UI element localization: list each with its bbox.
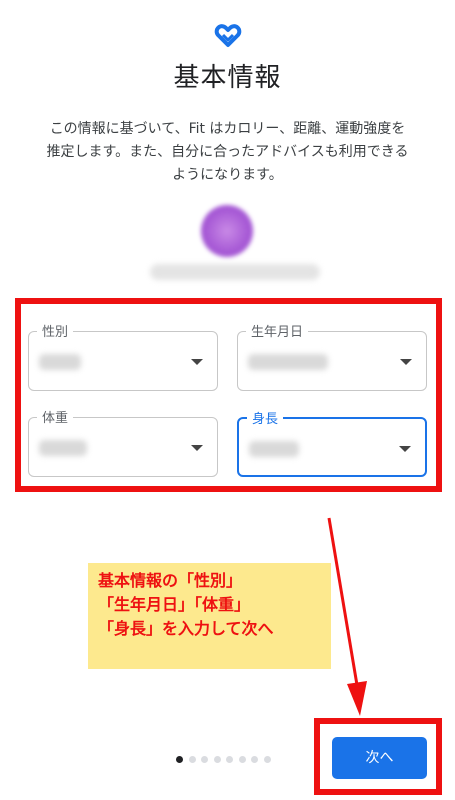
note-line: 「身長」を入力して次へ (98, 619, 274, 638)
page-dot (201, 756, 208, 763)
chevron-down-icon (191, 445, 203, 451)
chevron-down-icon (399, 446, 411, 452)
height-field[interactable]: 身長 (237, 408, 427, 477)
avatar (201, 205, 253, 257)
gender-label: 性別 (37, 321, 74, 340)
page-indicator (176, 756, 276, 764)
weight-value-blurred (39, 440, 87, 456)
page-dot-active (176, 756, 183, 763)
birthdate-value-blurred (248, 354, 328, 370)
note-line: 「生年月日」「体重」 (98, 595, 251, 614)
next-button[interactable]: 次へ (332, 737, 427, 779)
height-value-blurred (249, 441, 299, 457)
weight-field[interactable]: 体重 (28, 407, 218, 477)
instruction-note: 基本情報の「性別」 「生年月日」「体重」 「身長」を入力して次へ (88, 563, 331, 669)
gender-field[interactable]: 性別 (28, 321, 218, 391)
chevron-down-icon (400, 359, 412, 365)
description-line: この情報に基づいて、Fit はカロリー、距離、運動強度を (49, 121, 406, 137)
birthdate-label: 生年月日 (246, 321, 309, 340)
weight-label: 体重 (37, 407, 74, 426)
account-email-blurred (150, 264, 320, 280)
description-line: ようになります。 (172, 167, 283, 183)
page-dot (188, 756, 196, 763)
height-label: 身長 (247, 408, 284, 427)
google-fit-heart-icon (214, 24, 242, 47)
page-dot (251, 756, 258, 763)
chevron-down-icon (191, 359, 203, 365)
page-dot (226, 756, 233, 763)
page-description: この情報に基づいて、Fit はカロリー、距離、運動強度を 推定します。また、自分… (30, 118, 425, 187)
gender-value-blurred (39, 354, 81, 370)
page-dot (263, 756, 271, 763)
note-line: 基本情報の「性別」 (98, 571, 243, 590)
page-dot (238, 756, 246, 763)
page-title: 基本情報 (173, 63, 282, 93)
page-dot (213, 756, 221, 763)
birthdate-field[interactable]: 生年月日 (237, 321, 427, 391)
description-line: 推定します。また、自分に合ったアドバイスも利用できる (46, 144, 409, 160)
